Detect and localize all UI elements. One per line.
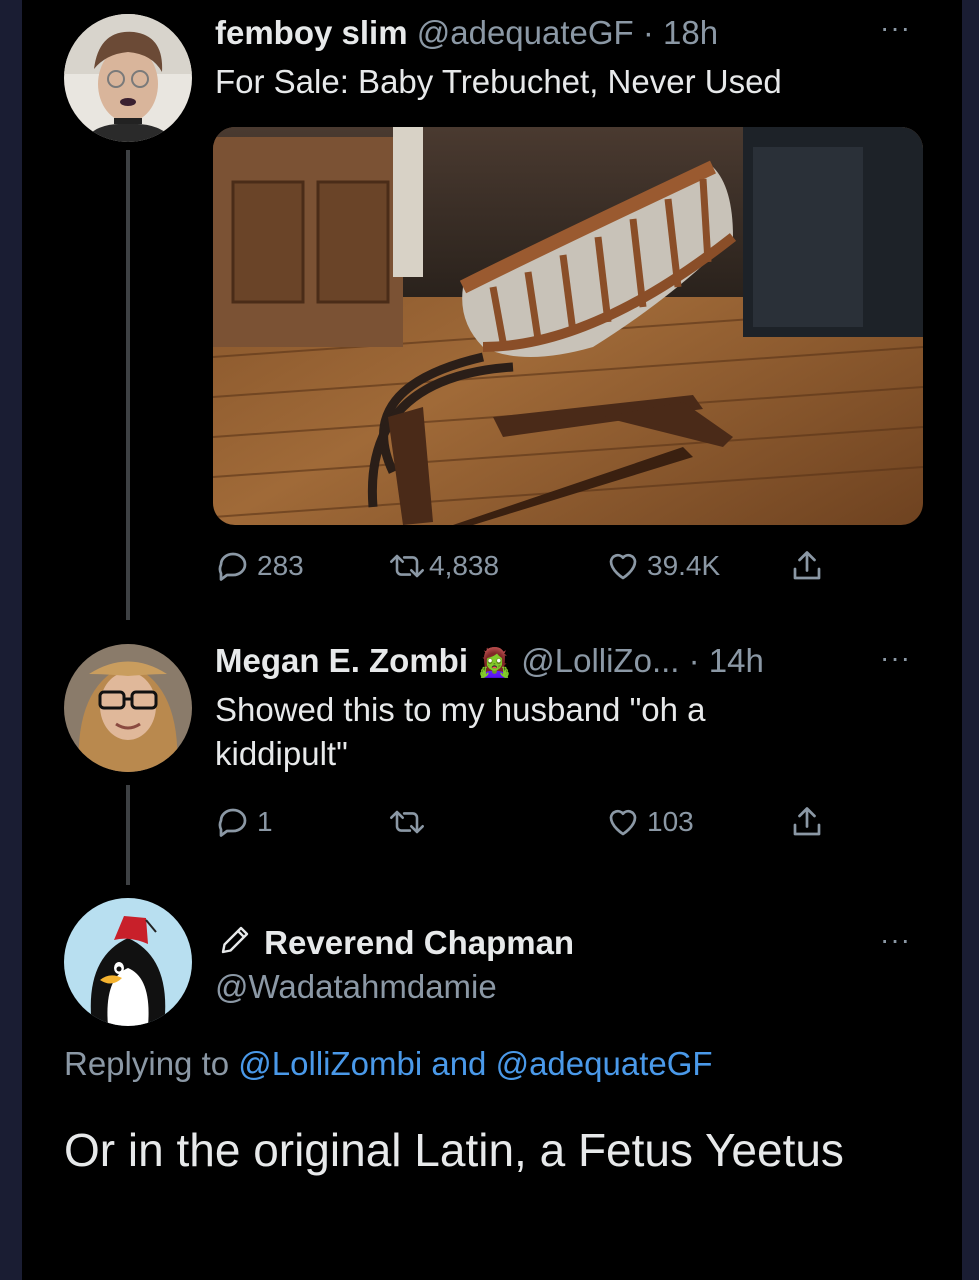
tweet3-text: Or in the original Latin, a Fetus Yeetus bbox=[64, 1124, 844, 1176]
retweet-icon bbox=[390, 810, 424, 834]
tweet1-reply-count: 283 bbox=[257, 550, 304, 581]
tweet2-reply-count: 1 bbox=[257, 806, 273, 837]
tweet3-header: Reverend Chapman bbox=[215, 922, 574, 962]
tweet2-more-button[interactable]: ··· bbox=[880, 642, 911, 674]
tweet3-more-button[interactable]: ··· bbox=[880, 924, 911, 956]
pencil-icon bbox=[221, 926, 249, 954]
tweet1-share-button[interactable] bbox=[789, 548, 825, 584]
tweet1-like-button[interactable]: 39.4K bbox=[605, 548, 720, 584]
avatar-reverend-chapman[interactable] bbox=[64, 898, 192, 1026]
replying-to-user-lollizombi[interactable]: @LolliZombi bbox=[238, 1045, 422, 1082]
tweet1-like-count: 39.4K bbox=[647, 550, 721, 581]
tweet2-actions: 1 103 bbox=[215, 804, 821, 844]
tweet1-more-button[interactable]: ··· bbox=[880, 12, 911, 44]
avatar-femboy-slim[interactable] bbox=[64, 14, 192, 142]
tweet1-retweet-count: 4,838 bbox=[429, 550, 500, 581]
tweet2-reply-button[interactable]: 1 bbox=[215, 804, 273, 840]
tweet1-author-handle[interactable]: @adequateGF bbox=[417, 14, 634, 51]
tweet3-author-name[interactable]: Reverend Chapman bbox=[264, 924, 574, 961]
zombie-emoji-icon: 🧟‍♀️ bbox=[477, 647, 513, 678]
tweet3-author-handle[interactable]: @Wadatahmdamie bbox=[215, 968, 497, 1005]
tweet2-text: Showed this to my husband "oh a kiddipul… bbox=[215, 691, 706, 772]
heart-icon bbox=[609, 553, 637, 580]
tweet2-timestamp[interactable]: 14h bbox=[709, 642, 764, 679]
tweet2-share-button[interactable] bbox=[789, 804, 825, 840]
tweet2-like-count: 103 bbox=[647, 806, 694, 837]
replying-to-and: and bbox=[431, 1045, 487, 1082]
thread-line-1 bbox=[126, 150, 130, 620]
tweet1-timestamp[interactable]: 18h bbox=[663, 14, 718, 51]
share-icon bbox=[793, 551, 821, 580]
tweet1-retweet-button[interactable]: 4,838 bbox=[387, 548, 499, 584]
tweet1-photo-cradle-trebuchet[interactable] bbox=[213, 127, 923, 525]
tweet2-author-name[interactable]: Megan E. Zombi bbox=[215, 642, 468, 679]
tweet2-separator: · bbox=[688, 642, 700, 679]
thread-line-2 bbox=[126, 785, 130, 885]
share-icon bbox=[793, 807, 821, 836]
tweet2-like-button[interactable]: 103 bbox=[605, 804, 694, 840]
tweet2-retweet-button[interactable] bbox=[387, 804, 433, 840]
tweet1-text: For Sale: Baby Trebuchet, Never Used bbox=[215, 63, 782, 100]
tweet1-actions: 283 4,838 39.4K bbox=[215, 548, 821, 588]
tweet2-author-handle[interactable]: @LolliZo... bbox=[521, 642, 679, 679]
replying-to-label: Replying to bbox=[64, 1045, 230, 1082]
replying-to-line: Replying to @LolliZombi and @adequateGF bbox=[64, 1045, 713, 1083]
heart-icon bbox=[609, 809, 637, 836]
reply-icon bbox=[218, 808, 247, 837]
tweet1-separator: · bbox=[642, 14, 654, 51]
tweet1-author-name[interactable]: femboy slim bbox=[215, 14, 408, 51]
tweet1-header: femboy slim @adequateGF · 18h bbox=[215, 14, 718, 52]
retweet-icon bbox=[390, 554, 424, 578]
reply-icon bbox=[218, 552, 247, 581]
tweet-thread: femboy slim @adequateGF · 18h ··· For Sa… bbox=[22, 0, 962, 1280]
tweet2-header: Megan E. Zombi 🧟‍♀️ @LolliZo... · 14h bbox=[215, 642, 764, 680]
replying-to-user-adequategf[interactable]: @adequateGF bbox=[496, 1045, 713, 1082]
avatar-megan-zombi[interactable] bbox=[64, 644, 192, 772]
tweet3-handle-line: @Wadatahmdamie bbox=[215, 968, 497, 1006]
tweet1-reply-button[interactable]: 283 bbox=[215, 548, 304, 584]
